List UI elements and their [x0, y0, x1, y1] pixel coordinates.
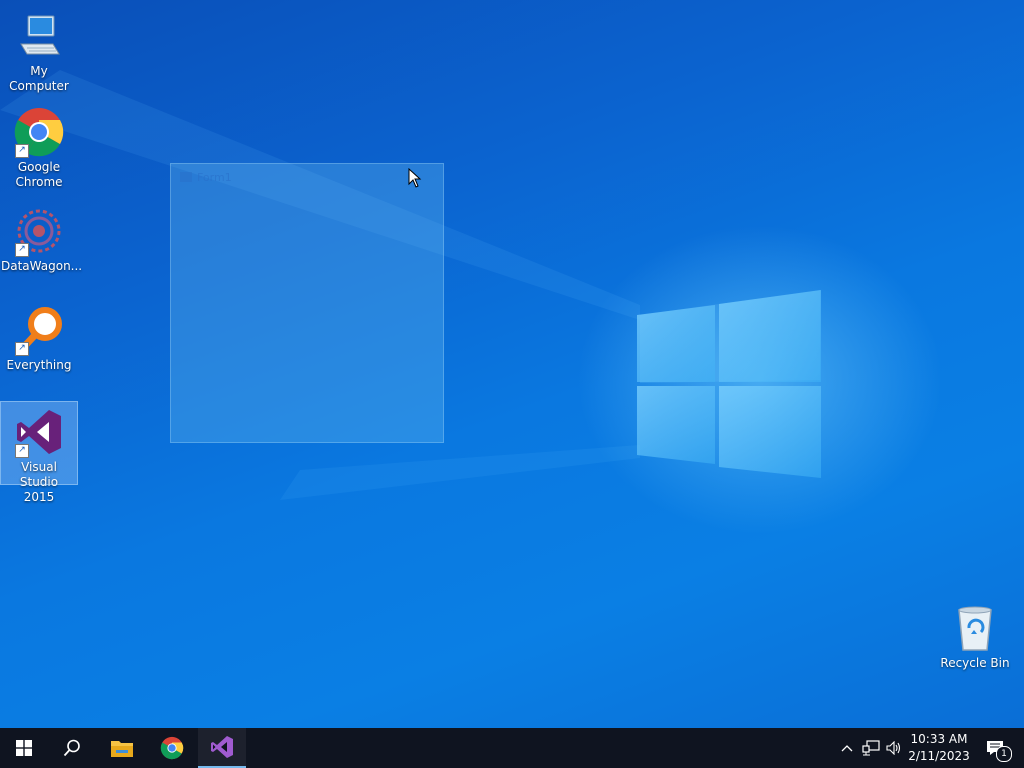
clock-date: 2/11/2023 — [908, 749, 970, 763]
folder-icon — [111, 741, 133, 757]
ghost-window-form1: Form1 — [170, 163, 444, 443]
clock-time: 10:33 AM — [910, 732, 968, 746]
taskbar-clock[interactable]: 10:33 AM 2/11/2023 — [906, 731, 972, 765]
datawagon-icon: ↗ — [13, 205, 65, 257]
desktop-icon-my-computer[interactable]: My Computer — [1, 6, 77, 94]
desktop-icon-label: Recycle Bin — [940, 656, 1010, 670]
search-button[interactable] — [48, 728, 96, 768]
desktop-icon-label: My Computer — [9, 64, 69, 93]
show-hidden-icons-button[interactable] — [838, 728, 856, 768]
taskbar: 10:33 AM 2/11/2023 1 — [0, 728, 1024, 768]
shortcut-arrow-icon: ↗ — [15, 444, 29, 458]
network-icon — [862, 740, 880, 756]
taskbar-google-chrome[interactable] — [148, 728, 196, 768]
chrome-icon — [160, 736, 184, 760]
start-button[interactable] — [0, 728, 48, 768]
desktop-icon-recycle-bin[interactable]: Recycle Bin — [937, 598, 1013, 671]
shortcut-arrow-icon: ↗ — [15, 342, 29, 356]
desktop-icon-datawagon[interactable]: ↗ DataWagon... — [1, 201, 83, 274]
speaker-icon — [886, 741, 901, 755]
computer-icon — [13, 10, 65, 62]
notification-badge: 1 — [996, 746, 1012, 762]
wallpaper-windows-logo — [0, 70, 821, 500]
volume-tray-button[interactable] — [884, 728, 904, 768]
desktop-icon-label: Google Chrome — [15, 160, 63, 189]
shortcut-arrow-icon: ↗ — [15, 243, 29, 257]
chrome-icon: ↗ — [13, 106, 65, 158]
visual-studio-icon — [211, 736, 233, 758]
action-center-button[interactable]: 1 — [978, 728, 1012, 768]
desktop-icon-label: Everything — [6, 358, 72, 372]
desktop-icon-label: DataWagon... — [1, 259, 83, 273]
visual-studio-icon: ↗ — [13, 406, 65, 458]
taskbar-file-explorer[interactable] — [98, 728, 146, 768]
mouse-cursor-icon — [408, 168, 422, 188]
windows-logo-icon — [16, 740, 32, 756]
network-tray-button[interactable] — [860, 728, 882, 768]
desktop[interactable]: My Computer ↗ Google Chrome ↗ DataWagon.… — [0, 0, 1024, 728]
chevron-up-icon — [841, 745, 853, 752]
taskbar-visual-studio[interactable] — [198, 728, 246, 768]
search-icon — [63, 739, 80, 757]
desktop-icon-label: Visual Studio 2015 — [19, 460, 59, 504]
desktop-icon-everything[interactable]: ↗ Everything — [1, 300, 77, 373]
magnifier-icon: ↗ — [13, 304, 65, 356]
desktop-icon-google-chrome[interactable]: ↗ Google Chrome — [1, 102, 77, 190]
window-title: Form1 — [197, 171, 232, 184]
form-window-icon — [180, 172, 192, 182]
desktop-icon-visual-studio-2015[interactable]: ↗ Visual Studio 2015 — [0, 401, 78, 504]
shortcut-arrow-icon: ↗ — [15, 144, 29, 158]
recycle-bin-icon — [949, 602, 1001, 654]
